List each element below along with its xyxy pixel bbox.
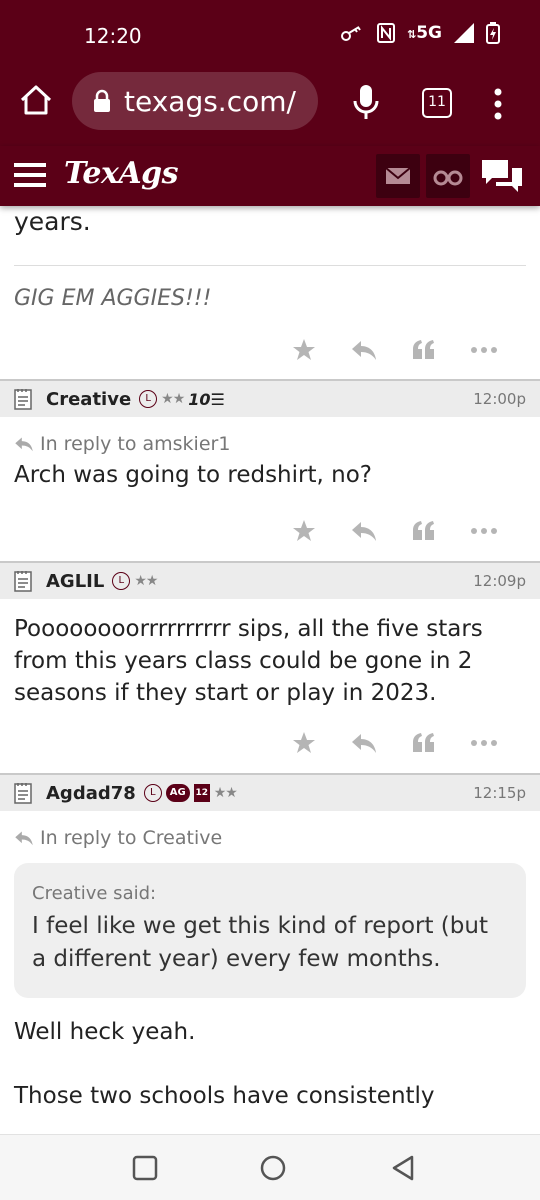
lifetime-badge: L: [143, 784, 162, 802]
quote-button[interactable]: [394, 335, 454, 365]
address-bar[interactable]: texags.com/: [72, 72, 318, 130]
reply-to-text: In reply to Creative: [40, 827, 223, 849]
battery-charging-icon: [486, 22, 500, 44]
mail-icon: [385, 167, 411, 184]
post-header: Creative L ★★ 10☰ 12:00p: [0, 379, 540, 417]
home-circle-icon[interactable]: [258, 1153, 288, 1183]
notepad-icon: [14, 783, 32, 804]
reply-icon: [352, 522, 376, 541]
browser-toolbar: texags.com/ 11: [0, 64, 540, 146]
reply-icon: [352, 341, 376, 360]
back-triangle-icon[interactable]: [388, 1153, 418, 1183]
data-arrows-icon: ⇅: [406, 28, 417, 41]
key-icon: [340, 26, 361, 41]
messages-button[interactable]: [376, 154, 420, 198]
signature-divider: [14, 265, 526, 266]
signal-icon: [454, 23, 474, 43]
post: Creative L ★★ 10☰ 12:00p In reply to ams…: [0, 379, 540, 557]
home-icon[interactable]: [16, 80, 56, 120]
reply-icon: [352, 734, 376, 753]
url-text: texags.com/: [124, 84, 296, 118]
notepad-icon: [14, 571, 32, 592]
post-body-text: Arch was going to redshirt, no?: [14, 462, 372, 488]
notepad-icon: [14, 389, 32, 410]
quoted-post: Creative said: I feel like we get this k…: [14, 863, 526, 998]
star-rating: ★★: [134, 573, 158, 589]
quote-icon: [413, 733, 434, 752]
star-button[interactable]: [274, 516, 334, 546]
post-body-text: Well heck yeah.: [14, 1019, 196, 1045]
more-vert-icon[interactable]: [486, 84, 510, 124]
quote-button[interactable]: [394, 728, 454, 758]
post-header: Agdad78 L AG 12 ★★ 12:15p: [0, 773, 540, 811]
more-horiz-icon: [471, 528, 497, 534]
thread-content[interactable]: years. GIG EM AGGIES!!! Creative L ★★ 10…: [0, 206, 540, 1134]
post-time[interactable]: 12:15p: [473, 784, 526, 802]
system-nav-bar: [0, 1134, 540, 1200]
hamburger-menu-icon[interactable]: [14, 162, 46, 188]
reply-button[interactable]: [334, 335, 394, 365]
post-time[interactable]: 12:00p: [473, 390, 526, 408]
reply-icon: [15, 437, 33, 452]
post: AGLIL L ★★ 12:09p Poooooooorrrrrrrrrr si…: [0, 561, 540, 769]
star-button[interactable]: [274, 335, 334, 365]
ag-badge: AG: [165, 784, 190, 802]
quote-icon: [413, 521, 434, 540]
star-rating: ★★: [213, 785, 238, 801]
binoculars-icon: [433, 170, 463, 186]
star-icon: [293, 520, 315, 541]
status-icons: ⇅5G: [340, 22, 500, 44]
site-header: TexAgs: [0, 146, 540, 206]
more-button[interactable]: [454, 516, 514, 546]
chat-bubbles-icon[interactable]: [478, 154, 526, 198]
post-body-text: Poooooooorrrrrrrrrr sips, all the five s…: [14, 616, 483, 706]
reply-to-link[interactable]: In reply to amskier1: [0, 417, 540, 455]
username[interactable]: AGLIL: [46, 571, 104, 592]
lifetime-badge: L: [139, 390, 158, 408]
post-header: AGLIL L ★★ 12:09p: [0, 561, 540, 599]
reply-to-text: In reply to amskier1: [40, 433, 231, 455]
quote-button[interactable]: [394, 516, 454, 546]
status-time: 12:20: [84, 24, 142, 48]
star-icon: [293, 339, 315, 360]
quote-icon: [413, 340, 434, 359]
quote-text: I feel like we get this kind of report (…: [32, 913, 488, 972]
site-logo[interactable]: TexAgs: [64, 156, 179, 191]
username[interactable]: Agdad78: [46, 783, 136, 804]
nfc-icon: [376, 23, 395, 43]
post-time[interactable]: 12:09p: [473, 572, 526, 590]
more-button[interactable]: [454, 728, 514, 758]
status-bar: 12:20 ⇅5G: [0, 0, 540, 64]
star-button[interactable]: [274, 728, 334, 758]
post-actions: [0, 505, 540, 557]
microphone-icon[interactable]: [348, 82, 384, 122]
lock-icon: [94, 89, 110, 112]
twelfth-man-badge: 12: [193, 784, 210, 802]
lifetime-badge: L: [112, 572, 131, 590]
more-horiz-icon: [471, 347, 497, 353]
post: Agdad78 L AG 12 ★★ 12:15p In reply to Cr…: [0, 773, 540, 1112]
reply-icon: [15, 831, 33, 846]
more-button[interactable]: [454, 335, 514, 365]
reply-to-link[interactable]: In reply to Creative: [0, 811, 540, 849]
post-actions: [0, 717, 540, 769]
tab-switcher-button[interactable]: 11: [422, 88, 452, 118]
username[interactable]: Creative: [46, 389, 131, 410]
post-body-text: years.: [14, 207, 91, 236]
ten-badge: 10☰: [188, 389, 225, 409]
watchlist-button[interactable]: [426, 154, 470, 198]
post-body-text: Those two schools have consistently: [14, 1083, 435, 1109]
more-horiz-icon: [471, 740, 497, 746]
recents-square-icon[interactable]: [130, 1153, 160, 1183]
reply-button[interactable]: [334, 728, 394, 758]
quote-author: Creative said:: [32, 883, 157, 904]
reply-button[interactable]: [334, 516, 394, 546]
previous-post: years.: [0, 206, 540, 239]
post-signature: GIG EM AGGIES!!!: [14, 286, 212, 311]
star-icon: [293, 732, 315, 753]
post-actions: [0, 323, 540, 377]
network-label: ⇅5G: [406, 23, 442, 43]
star-rating: ★★: [161, 391, 185, 407]
